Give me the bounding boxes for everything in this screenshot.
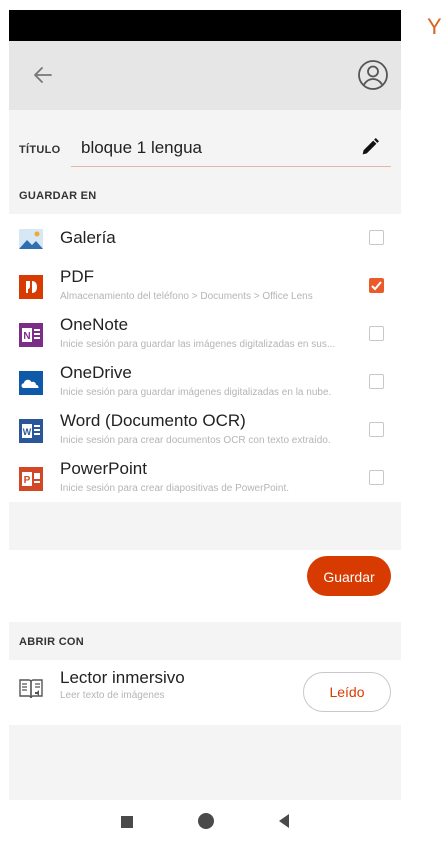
title-label: TÍTULO bbox=[19, 144, 61, 156]
list-item-powerpoint[interactable]: P PowerPoint Inicie sesión para crear di… bbox=[9, 454, 401, 502]
title-value[interactable]: bloque 1 lengua bbox=[81, 138, 202, 158]
save-button[interactable]: Guardar bbox=[307, 556, 391, 596]
list-item-subtitle: Almacenamiento del teléfono > Documents … bbox=[60, 291, 313, 302]
list-item-word[interactable]: W Word (Documento OCR) Inicie sesión par… bbox=[9, 406, 401, 454]
save-to-header: GUARDAR EN bbox=[9, 180, 401, 214]
svg-text:N: N bbox=[23, 331, 30, 342]
list-item-name: PowerPoint bbox=[60, 459, 147, 478]
system-nav-bar bbox=[9, 800, 401, 847]
save-to-header-label: GUARDAR EN bbox=[19, 190, 97, 202]
list-item-subtitle: Inicie sesión para guardar las imágenes … bbox=[60, 339, 336, 350]
onenote-icon: N bbox=[19, 323, 43, 347]
list-item-subtitle: Inicie sesión para crear documentos OCR … bbox=[60, 435, 331, 446]
word-checkbox[interactable] bbox=[369, 422, 384, 437]
list-item-subtitle: Inicie sesión para crear diapositivas de… bbox=[60, 483, 290, 494]
save-to-list: Galería PDF Almacenamiento del teléfono … bbox=[9, 214, 401, 502]
title-row: TÍTULO bloque 1 lengua bbox=[9, 110, 401, 180]
immersive-reader-icon bbox=[19, 679, 43, 699]
list-item-name: OneDrive bbox=[60, 363, 132, 382]
save-area: Guardar bbox=[9, 550, 401, 622]
list-item-name: OneNote bbox=[60, 315, 129, 334]
onedrive-icon bbox=[19, 371, 43, 395]
arrow-left-icon[interactable] bbox=[31, 63, 55, 87]
list-item-immersive-reader[interactable]: Lector inmersivo Leer texto de imágenes … bbox=[9, 660, 401, 725]
recent-apps-icon[interactable] bbox=[121, 816, 133, 828]
powerpoint-checkbox[interactable] bbox=[369, 470, 384, 485]
list-item-name: PDF bbox=[60, 267, 94, 286]
powerpoint-icon: P bbox=[19, 467, 43, 491]
list-item-name: Word (Documento OCR) bbox=[60, 411, 246, 430]
side-letter: Y bbox=[427, 14, 442, 39]
back-triangle-icon[interactable] bbox=[279, 814, 289, 828]
list-item-subtitle: Inicie sesión para guardar imágenes digi… bbox=[60, 387, 332, 398]
list-item-name: Galería bbox=[60, 228, 116, 247]
status-bar bbox=[9, 10, 401, 41]
onenote-checkbox[interactable] bbox=[369, 326, 384, 341]
list-item-onenote[interactable]: N OneNote Inicie sesión para guardar las… bbox=[9, 310, 401, 358]
account-circle-icon[interactable] bbox=[357, 59, 389, 91]
list-item-pdf[interactable]: PDF Almacenamiento del teléfono > Docume… bbox=[9, 262, 401, 310]
svg-text:P: P bbox=[24, 475, 31, 486]
phone-screen: TÍTULO bloque 1 lengua GUARDAR EN Galerí… bbox=[9, 10, 401, 847]
gallery-checkbox[interactable] bbox=[369, 230, 384, 245]
app-bar bbox=[9, 41, 401, 110]
gallery-icon bbox=[19, 229, 43, 249]
pdf-checkbox[interactable] bbox=[369, 278, 384, 293]
open-with-header-label: ABRIR CON bbox=[19, 636, 85, 648]
read-button[interactable]: Leído bbox=[303, 672, 391, 712]
list-item-gallery[interactable]: Galería bbox=[9, 214, 401, 262]
open-with-header: ABRIR CON bbox=[9, 626, 401, 660]
home-icon[interactable] bbox=[198, 813, 214, 829]
pdf-icon bbox=[19, 275, 43, 299]
open-with-item-name: Lector inmersivo bbox=[60, 668, 185, 687]
title-input[interactable]: bloque 1 lengua bbox=[71, 130, 391, 167]
onedrive-checkbox[interactable] bbox=[369, 374, 384, 389]
word-icon: W bbox=[19, 419, 43, 443]
checkmark-icon bbox=[371, 281, 382, 291]
svg-text:W: W bbox=[23, 427, 32, 437]
open-with-item-subtitle: Leer texto de imágenes bbox=[60, 690, 165, 701]
list-item-onedrive[interactable]: OneDrive Inicie sesión para guardar imág… bbox=[9, 358, 401, 406]
pencil-icon[interactable] bbox=[359, 136, 381, 158]
